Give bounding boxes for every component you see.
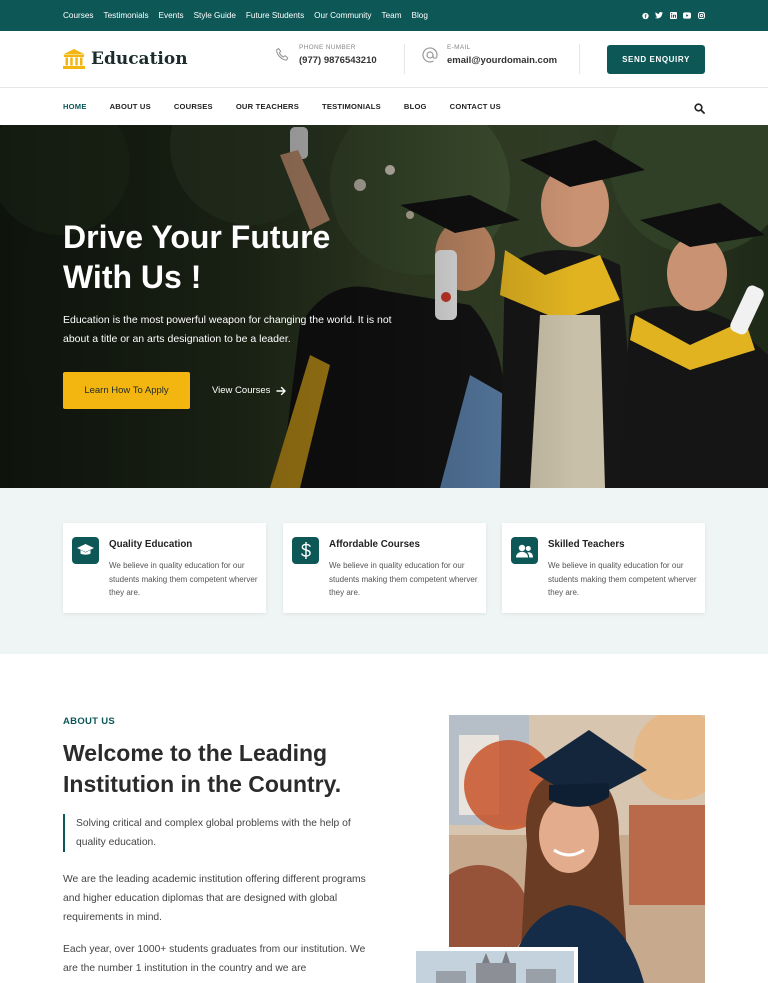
- header-divider: [579, 44, 580, 74]
- nav-item-about-us[interactable]: ABOUT US: [110, 102, 151, 111]
- social-links: [641, 0, 705, 31]
- nav-item-our-teachers[interactable]: OUR TEACHERS: [236, 102, 299, 111]
- hero-title-line-1: Drive Your Future: [63, 219, 331, 255]
- feature-title: Skilled Teachers: [548, 539, 625, 550]
- feature-text: We believe in quality education for our …: [329, 561, 478, 597]
- logo[interactable]: Education: [63, 49, 188, 69]
- about-label: ABOUT US: [63, 716, 116, 727]
- about-paragraph-1: We are the leading academic institution …: [63, 874, 366, 923]
- phone-number[interactable]: (977) 9876543210: [299, 55, 377, 66]
- view-courses-link[interactable]: View Courses: [212, 372, 287, 409]
- institution-icon: [63, 49, 85, 69]
- header-divider: [404, 44, 405, 74]
- top-bar: Courses Testimonials Events Style Guide …: [0, 0, 768, 31]
- phone-label: PHONE NUMBER: [299, 44, 356, 51]
- view-courses-label: View Courses: [212, 385, 271, 396]
- twitter-icon[interactable]: [655, 12, 663, 20]
- nav-item-blog[interactable]: BLOG: [404, 102, 427, 111]
- nav-item-courses[interactable]: COURSES: [174, 102, 213, 111]
- top-link-future-students[interactable]: Future Students: [246, 11, 304, 20]
- email-label: E-MAIL: [447, 44, 471, 51]
- top-link-our-community[interactable]: Our Community: [314, 11, 371, 20]
- hero-title-line-2: With Us !: [63, 259, 202, 295]
- about-title: Welcome to the Leading Institution in th…: [63, 740, 342, 797]
- phone-contact: PHONE NUMBER (977) 9876543210: [275, 44, 377, 66]
- feature-card-affordable-courses: Affordable Courses We believe in quality…: [283, 523, 486, 613]
- about-paragraph-2: Each year, over 1000+ students graduates…: [63, 944, 366, 974]
- site-header: Education PHONE NUMBER (977) 9876543210 …: [0, 31, 768, 88]
- search-icon[interactable]: [694, 101, 705, 119]
- send-enquiry-button[interactable]: SEND ENQUIRY: [607, 45, 705, 74]
- feature-title: Affordable Courses: [329, 539, 420, 550]
- dollar-icon: [292, 537, 319, 564]
- feature-card-skilled-teachers: Skilled Teachers We believe in quality e…: [502, 523, 705, 613]
- top-link-courses[interactable]: Courses: [63, 11, 94, 20]
- facebook-icon[interactable]: [641, 12, 649, 20]
- main-nav: HOME ABOUT US COURSES OUR TEACHERS TESTI…: [0, 88, 768, 125]
- logo-text: Education: [91, 49, 188, 69]
- campus-image: [412, 947, 578, 983]
- users-icon: [511, 537, 538, 564]
- top-links: Courses Testimonials Events Style Guide …: [63, 0, 428, 31]
- hero-section: Drive Your Future With Us ! Education is…: [0, 125, 768, 488]
- feature-text: We believe in quality education for our …: [548, 561, 697, 597]
- hero-title: Drive Your Future With Us !: [63, 217, 383, 297]
- phone-icon: [275, 47, 289, 61]
- features-section: Quality Education We believe in quality …: [0, 488, 768, 654]
- about-student-image: [449, 715, 705, 983]
- email-contact: E-MAIL email@yourdomain.com: [421, 44, 557, 66]
- top-link-team[interactable]: Team: [382, 11, 402, 20]
- feature-title: Quality Education: [109, 539, 193, 550]
- email-address[interactable]: email@yourdomain.com: [447, 55, 557, 66]
- top-link-events[interactable]: Events: [159, 11, 184, 20]
- feature-card-quality-education: Quality Education We believe in quality …: [63, 523, 266, 613]
- feature-text: We believe in quality education for our …: [109, 561, 258, 597]
- about-quote: Solving critical and complex global prob…: [63, 814, 383, 852]
- youtube-icon[interactable]: [683, 12, 691, 20]
- linkedin-icon[interactable]: [669, 12, 677, 20]
- at-sign-icon: [422, 47, 438, 63]
- top-link-style-guide[interactable]: Style Guide: [194, 11, 236, 20]
- nav-item-home[interactable]: HOME: [63, 102, 87, 111]
- instagram-icon[interactable]: [697, 12, 705, 20]
- learn-how-to-apply-button[interactable]: Learn How To Apply: [63, 372, 190, 409]
- top-link-testimonials[interactable]: Testimonials: [104, 11, 149, 20]
- graduation-cap-icon: [72, 537, 99, 564]
- nav-item-contact-us[interactable]: CONTACT US: [450, 102, 501, 111]
- arrow-right-icon: [276, 386, 287, 395]
- nav-item-testimonials[interactable]: TESTIMONIALS: [322, 102, 381, 111]
- top-link-blog[interactable]: Blog: [412, 11, 428, 20]
- hero-overlay: [0, 125, 768, 488]
- hero-subtitle: Education is the most powerful weapon fo…: [63, 314, 392, 345]
